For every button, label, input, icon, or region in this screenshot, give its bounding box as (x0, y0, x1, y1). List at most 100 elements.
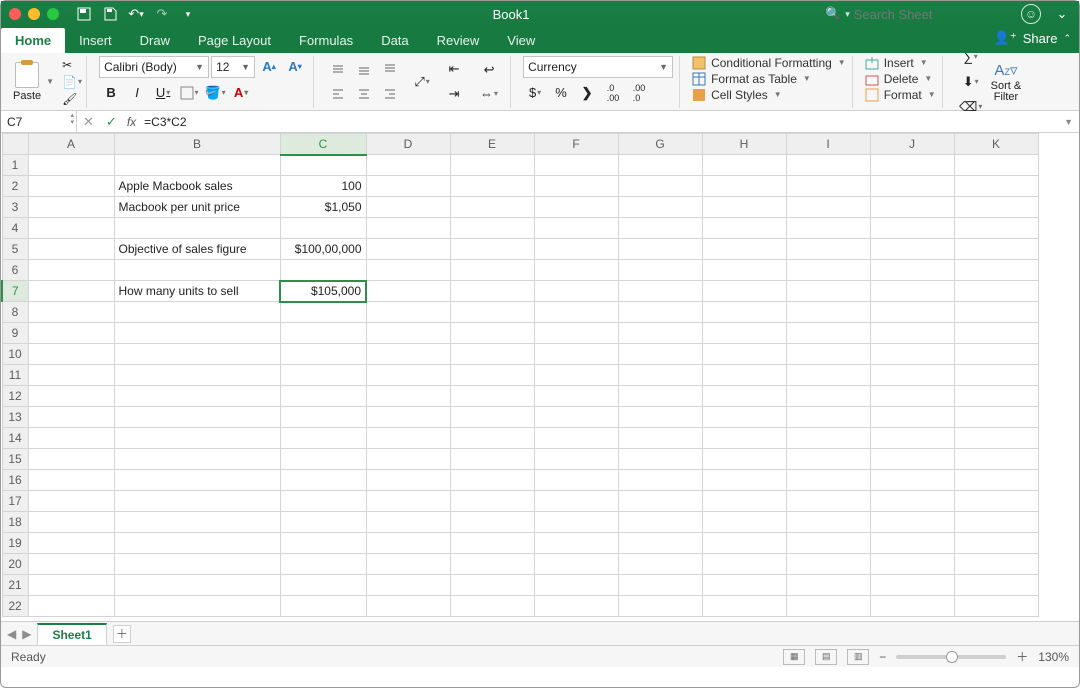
cancel-formula-icon[interactable]: ✕ (77, 114, 100, 130)
row-header-3[interactable]: 3 (2, 197, 28, 218)
cell-E17[interactable] (450, 491, 534, 512)
cell-E5[interactable] (450, 239, 534, 260)
next-sheet-icon[interactable]: ▶ (22, 627, 31, 641)
share-button[interactable]: 👤⁺ Share ⌃ (994, 30, 1071, 46)
row-header-8[interactable]: 8 (2, 302, 28, 323)
row-header-22[interactable]: 22 (2, 596, 28, 617)
cell-J16[interactable] (870, 470, 954, 491)
cell-K11[interactable] (954, 365, 1038, 386)
cell-G20[interactable] (618, 554, 702, 575)
cell-C22[interactable] (280, 596, 366, 617)
cell-B14[interactable] (114, 428, 280, 449)
wrap-text-icon[interactable]: ↩ (474, 59, 504, 81)
column-header-D[interactable]: D (366, 134, 450, 155)
cell-H15[interactable] (702, 449, 786, 470)
cell-H7[interactable] (702, 281, 786, 302)
add-sheet-icon[interactable]: ＋ (113, 625, 131, 643)
cell-B21[interactable] (114, 575, 280, 596)
cell-B12[interactable] (114, 386, 280, 407)
save-icon[interactable] (101, 5, 119, 23)
cell-D1[interactable] (366, 155, 450, 176)
page-layout-view-icon[interactable]: ▤ (815, 649, 837, 665)
cell-J1[interactable] (870, 155, 954, 176)
cell-I19[interactable] (786, 533, 870, 554)
cell-F14[interactable] (534, 428, 618, 449)
cell-B10[interactable] (114, 344, 280, 365)
cell-H10[interactable] (702, 344, 786, 365)
cell-E13[interactable] (450, 407, 534, 428)
cell-E9[interactable] (450, 323, 534, 344)
cell-C12[interactable] (280, 386, 366, 407)
cell-H5[interactable] (702, 239, 786, 260)
format-as-table-button[interactable]: Format as Table▼ (692, 72, 846, 86)
search-sheet[interactable]: 🔍▾ (825, 6, 1005, 22)
cell-K21[interactable] (954, 575, 1038, 596)
zoom-value[interactable]: 130% (1038, 650, 1069, 664)
cell-J4[interactable] (870, 218, 954, 239)
row-header-15[interactable]: 15 (2, 449, 28, 470)
cell-F4[interactable] (534, 218, 618, 239)
cell-I3[interactable] (786, 197, 870, 218)
cell-B16[interactable] (114, 470, 280, 491)
row-header-19[interactable]: 19 (2, 533, 28, 554)
cell-G12[interactable] (618, 386, 702, 407)
minimize-window-icon[interactable] (28, 8, 40, 20)
cell-A20[interactable] (28, 554, 114, 575)
cell-G9[interactable] (618, 323, 702, 344)
cell-H9[interactable] (702, 323, 786, 344)
cell-K13[interactable] (954, 407, 1038, 428)
cell-J13[interactable] (870, 407, 954, 428)
format-painter-icon[interactable]: 🖌 (62, 92, 80, 106)
cell-K1[interactable] (954, 155, 1038, 176)
cell-K4[interactable] (954, 218, 1038, 239)
cell-D20[interactable] (366, 554, 450, 575)
cell-H1[interactable] (702, 155, 786, 176)
cell-J10[interactable] (870, 344, 954, 365)
cell-E2[interactable] (450, 176, 534, 197)
cell-A3[interactable] (28, 197, 114, 218)
cell-E8[interactable] (450, 302, 534, 323)
merge-cells-icon[interactable]: ⇔▾ (474, 83, 504, 105)
cell-B2[interactable]: Apple Macbook sales (114, 176, 280, 197)
cell-H16[interactable] (702, 470, 786, 491)
cell-A7[interactable] (28, 281, 114, 302)
row-header-2[interactable]: 2 (2, 176, 28, 197)
cell-I8[interactable] (786, 302, 870, 323)
cell-J9[interactable] (870, 323, 954, 344)
cell-A14[interactable] (28, 428, 114, 449)
cell-D15[interactable] (366, 449, 450, 470)
cell-K18[interactable] (954, 512, 1038, 533)
cell-C8[interactable] (280, 302, 366, 323)
cell-F19[interactable] (534, 533, 618, 554)
row-header-16[interactable]: 16 (2, 470, 28, 491)
cell-J11[interactable] (870, 365, 954, 386)
cell-F21[interactable] (534, 575, 618, 596)
cell-H21[interactable] (702, 575, 786, 596)
cell-K20[interactable] (954, 554, 1038, 575)
cell-C3[interactable]: $1,050 (280, 197, 366, 218)
cell-C13[interactable] (280, 407, 366, 428)
row-header-6[interactable]: 6 (2, 260, 28, 281)
cell-J8[interactable] (870, 302, 954, 323)
cell-G8[interactable] (618, 302, 702, 323)
cell-F13[interactable] (534, 407, 618, 428)
cell-G13[interactable] (618, 407, 702, 428)
percent-icon[interactable]: % (549, 82, 573, 104)
cell-F8[interactable] (534, 302, 618, 323)
spreadsheet-grid[interactable]: ABCDEFGHIJK12Apple Macbook sales1003Macb… (1, 133, 1079, 621)
formula-input[interactable]: =C3*C2 (140, 115, 1079, 129)
cell-F12[interactable] (534, 386, 618, 407)
comma-icon[interactable]: ❯ (575, 82, 599, 104)
feedback-icon[interactable]: ☺ (1021, 4, 1041, 24)
cell-B6[interactable] (114, 260, 280, 281)
row-header-7[interactable]: 7 (2, 281, 28, 302)
cell-I6[interactable] (786, 260, 870, 281)
cell-I7[interactable] (786, 281, 870, 302)
decrease-indent-icon[interactable]: ⇤ (442, 58, 466, 80)
number-format-select[interactable]: Currency▼ (523, 56, 673, 78)
column-header-B[interactable]: B (114, 134, 280, 155)
cell-C21[interactable] (280, 575, 366, 596)
align-center-icon[interactable] (352, 83, 376, 105)
row-header-13[interactable]: 13 (2, 407, 28, 428)
cell-E22[interactable] (450, 596, 534, 617)
